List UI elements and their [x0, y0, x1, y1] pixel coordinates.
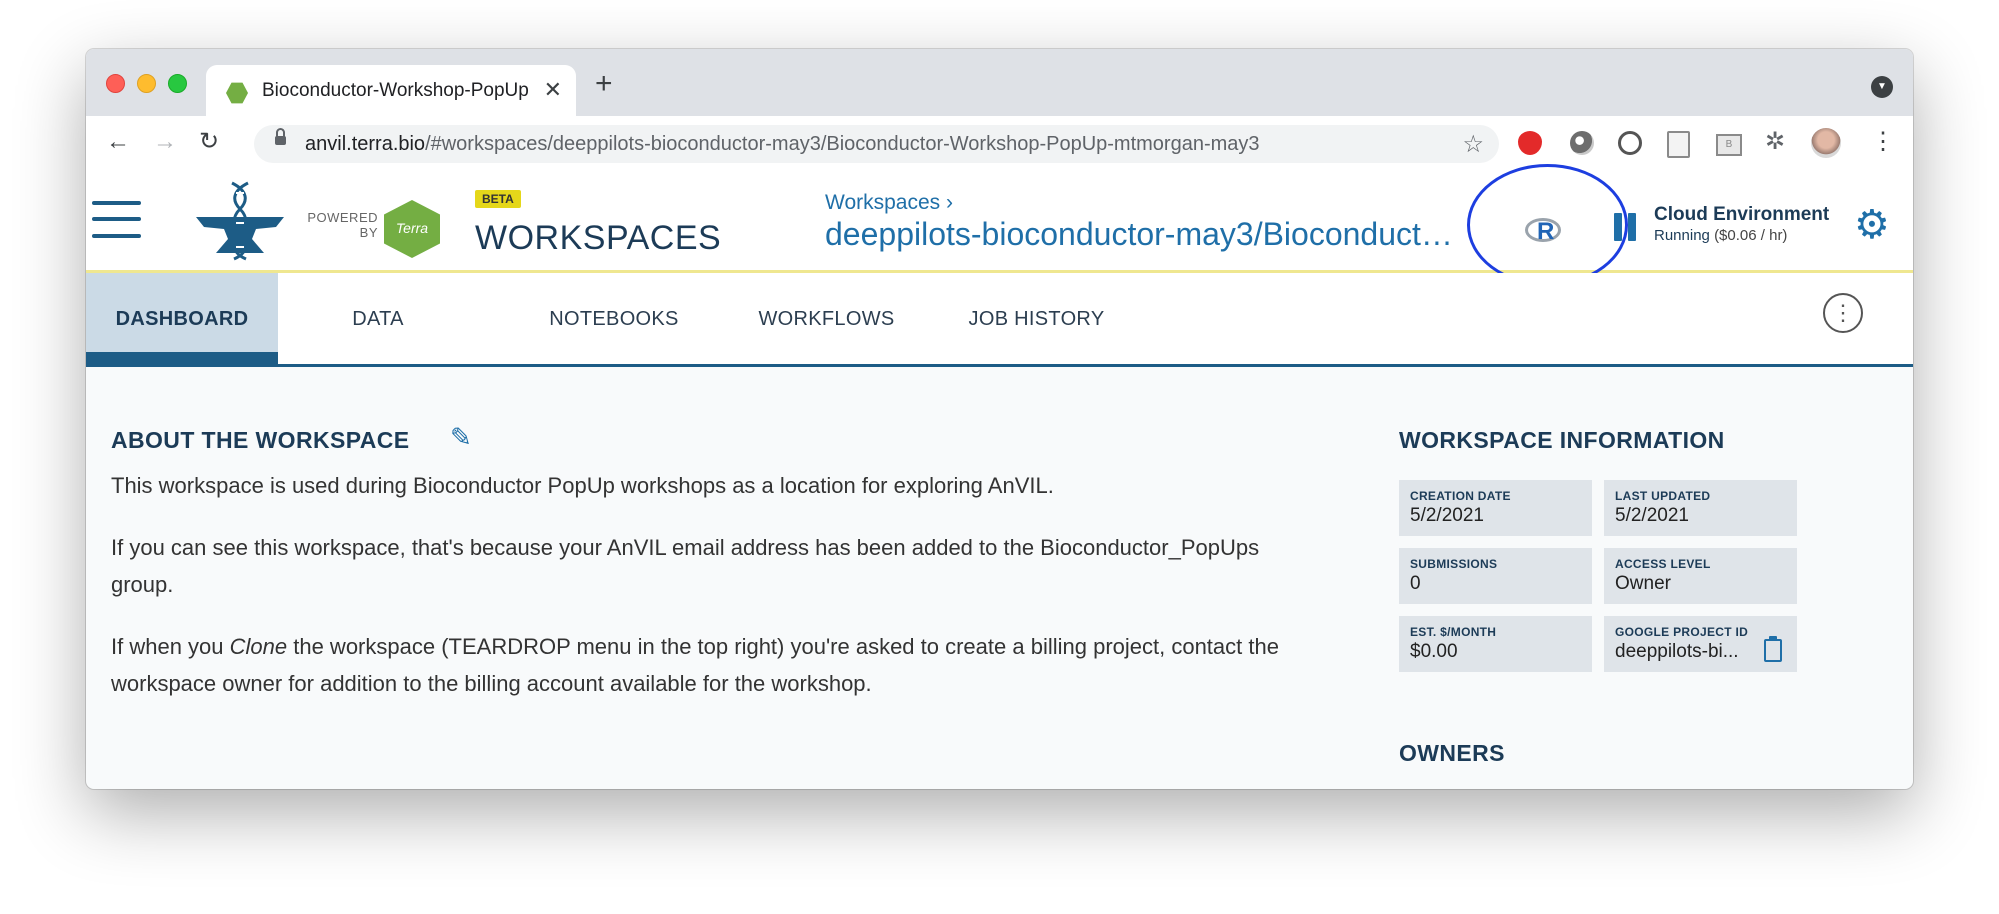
- lock-icon: [275, 128, 286, 145]
- cloud-environment-title[interactable]: Cloud Environment: [1654, 204, 1829, 226]
- app-title: WORKSPACES: [475, 219, 722, 257]
- powered-by-label: POWERED BY: [307, 210, 378, 240]
- browser-window: Bioconductor-Workshop-PopUp ✕ + ▼ ← → ↻ …: [86, 49, 1913, 789]
- info-card-creation-date: CREATION DATE 5/2/2021: [1399, 480, 1592, 536]
- close-window-button[interactable]: [106, 74, 125, 93]
- workspace-info-title: WORKSPACE INFORMATION: [1399, 427, 1725, 453]
- back-arrow-icon[interactable]: ←: [106, 129, 130, 155]
- extension-icon[interactable]: [1570, 131, 1594, 155]
- pause-icon[interactable]: [1614, 213, 1640, 241]
- puzzle-extensions-icon[interactable]: ✲: [1765, 127, 1785, 156]
- clipboard-icon[interactable]: [1764, 636, 1782, 662]
- tab-data[interactable]: DATA: [278, 273, 478, 361]
- tab-dashboard[interactable]: DASHBOARD: [86, 273, 278, 364]
- workspace-name: deeppilots-bioconductor-may3/Bioconducto…: [825, 216, 1465, 252]
- extension-icon[interactable]: [1618, 131, 1642, 155]
- annotation-circle: [1467, 164, 1628, 286]
- tab-job-history[interactable]: JOB HISTORY: [929, 273, 1144, 361]
- breadcrumb[interactable]: Workspaces ›: [825, 191, 953, 215]
- hamburger-menu-icon[interactable]: [92, 201, 141, 238]
- adblock-extension-icon[interactable]: [1518, 131, 1542, 155]
- pencil-edit-icon[interactable]: ✎: [450, 422, 472, 453]
- bookmark-star-icon[interactable]: ☆: [1462, 130, 1484, 159]
- terra-logo-icon[interactable]: Terra: [384, 200, 440, 258]
- terra-favicon-icon: [226, 82, 248, 104]
- info-card-submissions: SUBMISSIONS 0: [1399, 548, 1592, 604]
- url-text: anvil.terra.bio/#workspaces/deeppilots-b…: [305, 133, 1260, 155]
- forward-arrow-icon[interactable]: →: [153, 129, 177, 155]
- maximize-window-button[interactable]: [168, 74, 187, 93]
- info-card-google-project-id: GOOGLE PROJECT ID deeppilots-bi...: [1604, 616, 1797, 672]
- tab-workflows[interactable]: WORKFLOWS: [724, 273, 929, 361]
- about-paragraph: This workspace is used during Bioconduct…: [111, 473, 1054, 498]
- address-bar[interactable]: anvil.terra.bio/#workspaces/deeppilots-b…: [254, 125, 1499, 163]
- owners-title: OWNERS: [1399, 740, 1505, 766]
- beta-badge: BETA: [475, 190, 521, 208]
- more-options-icon[interactable]: ⋮: [1823, 293, 1863, 333]
- browser-toolbar: ← → ↻ anvil.terra.bio/#workspaces/deeppi…: [86, 116, 1913, 172]
- about-title: ABOUT THE WORKSPACE: [111, 427, 410, 453]
- info-card-last-updated: LAST UPDATED 5/2/2021: [1604, 480, 1797, 536]
- workspace-tabs: DASHBOARD DATA NOTEBOOKS WORKFLOWS JOB H…: [86, 273, 1913, 367]
- tab-notebooks[interactable]: NOTEBOOKS: [504, 273, 724, 361]
- browser-titlebar: Bioconductor-Workshop-PopUp ✕ + ▼: [86, 49, 1913, 116]
- info-card-access-level: ACCESS LEVEL Owner: [1604, 548, 1797, 604]
- app-header: POWERED BY Terra BETA WORKSPACES Workspa…: [86, 164, 1913, 286]
- about-paragraph: If you can see this workspace, that's be…: [111, 535, 1260, 597]
- browser-menu-icon[interactable]: ⋮: [1871, 128, 1895, 156]
- tab-search-icon[interactable]: ▼: [1871, 76, 1893, 98]
- gear-icon[interactable]: ⚙: [1854, 205, 1890, 245]
- reload-icon[interactable]: ↻: [199, 129, 219, 155]
- reader-extension-icon[interactable]: B: [1716, 134, 1742, 156]
- browser-tab[interactable]: Bioconductor-Workshop-PopUp ✕: [206, 65, 576, 116]
- anvil-logo[interactable]: [192, 181, 288, 261]
- new-tab-button[interactable]: +: [595, 69, 613, 99]
- minimize-window-button[interactable]: [137, 74, 156, 93]
- cloud-environment-status: Running ($0.06 / hr): [1654, 227, 1788, 244]
- tab-title: Bioconductor-Workshop-PopUp: [262, 80, 529, 101]
- close-icon[interactable]: ✕: [544, 77, 562, 103]
- about-paragraph: If when you Clone the workspace (TEARDRO…: [111, 634, 1279, 696]
- profile-avatar[interactable]: [1811, 128, 1841, 158]
- document-extension-icon[interactable]: [1667, 131, 1690, 158]
- info-card-est-month: EST. $/MONTH $0.00: [1399, 616, 1592, 672]
